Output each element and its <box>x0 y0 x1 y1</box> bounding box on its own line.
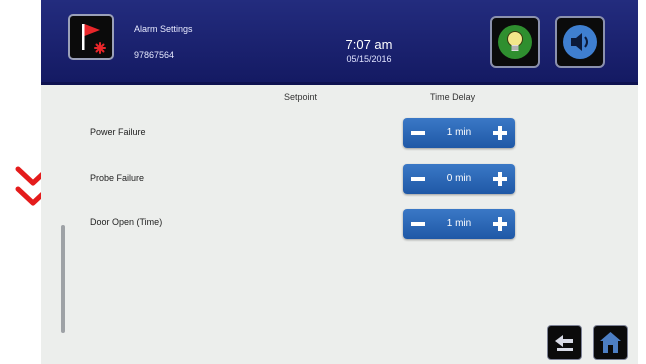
speaker-icon <box>563 25 597 59</box>
increment-button[interactable] <box>493 126 507 140</box>
time-delay-column-header: Time Delay <box>430 92 476 102</box>
header-bar: Alarm Settings 97867564 7:07 am 05/15/20… <box>41 0 638 85</box>
alarm-flag-icon[interactable] <box>68 14 114 60</box>
time-delay-stepper: 1 min <box>403 209 515 239</box>
decrement-button[interactable] <box>411 177 425 181</box>
clock-date: 05/15/2016 <box>346 54 392 64</box>
light-toggle-button[interactable] <box>490 16 540 68</box>
scrollbar[interactable] <box>61 225 65 333</box>
alarm-label: Power Failure <box>90 127 146 137</box>
decrement-button[interactable] <box>411 222 425 226</box>
sound-toggle-button[interactable] <box>555 16 605 68</box>
device-id: 97867564 <box>134 50 175 60</box>
home-icon <box>600 332 621 353</box>
alarm-label: Probe Failure <box>90 173 145 183</box>
clock-time: 7:07 am <box>345 37 393 52</box>
setpoint-column-header: Setpoint <box>284 92 318 102</box>
time-delay-stepper: 1 min <box>403 118 515 148</box>
time-delay-value: 1 min <box>446 218 472 229</box>
time-delay-value: 1 min <box>446 127 472 138</box>
page-title: Alarm Settings <box>134 24 193 34</box>
back-arrow-icon <box>555 335 573 351</box>
increment-button[interactable] <box>493 217 507 231</box>
light-bulb-icon <box>498 25 532 59</box>
back-button[interactable] <box>547 325 582 360</box>
home-button[interactable] <box>593 325 628 360</box>
time-delay-stepper: 0 min <box>403 164 515 194</box>
alarm-label: Door Open (Time) <box>90 217 163 227</box>
time-delay-value: 0 min <box>446 173 472 184</box>
flag-glyph <box>82 24 106 54</box>
increment-button[interactable] <box>493 172 507 186</box>
touch-screen: Alarm Settings 97867564 7:07 am 05/15/20… <box>41 0 638 364</box>
decrement-button[interactable] <box>411 131 425 135</box>
